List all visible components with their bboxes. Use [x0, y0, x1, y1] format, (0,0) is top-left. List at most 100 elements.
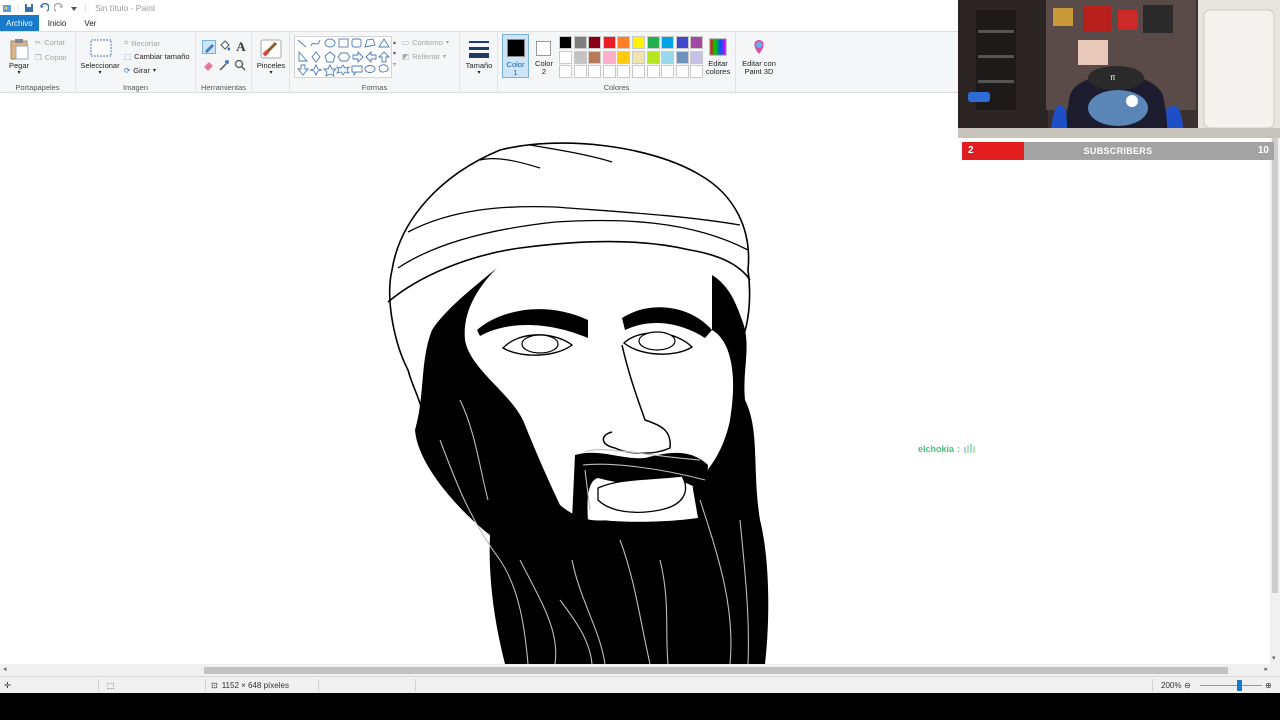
scroll-down-icon[interactable]: ▾ — [1272, 654, 1276, 662]
color-swatch[interactable] — [675, 65, 689, 79]
diamond-shape-icon — [311, 51, 321, 63]
status-divider — [1152, 679, 1153, 691]
zoom-percent: 200% — [1161, 680, 1182, 690]
five-point-star-shape-icon — [322, 63, 338, 77]
horizontal-scrollbar[interactable]: ◂ ▸ — [0, 664, 1280, 676]
triangle-shape-icon — [378, 38, 390, 48]
paint3d-group: Editar con Paint 3D — [736, 32, 782, 94]
line-shape-icon — [297, 39, 307, 48]
shapes-gallery-scroll[interactable]: ▴ ▾ ▿ — [393, 38, 396, 71]
crop-button[interactable]: ⌗ Recortar — [124, 38, 160, 48]
tab-view[interactable]: Ver — [75, 15, 105, 31]
status-divider — [415, 679, 416, 691]
color-swatch[interactable] — [602, 50, 616, 64]
resize-button[interactable]: ⬚ Cambiar tamaño — [124, 52, 190, 61]
vertical-scrollbar[interactable]: ▴ ▾ — [1270, 93, 1280, 664]
color-swatch[interactable] — [632, 50, 645, 64]
hexagon-shape-icon — [337, 52, 351, 62]
vertical-scroll-thumb[interactable] — [1272, 123, 1278, 593]
colors-group-label: Colores — [603, 83, 630, 92]
status-divider — [318, 679, 319, 691]
zoom-in-icon[interactable]: ⊕ — [1265, 677, 1272, 693]
select-button[interactable]: Seleccionar ▾ — [80, 36, 120, 76]
rotate-button[interactable]: ⟳ Girar ▾ — [124, 66, 156, 75]
color-swatch[interactable] — [661, 36, 675, 49]
color-swatch[interactable] — [573, 36, 587, 49]
eraser-tool[interactable] — [202, 59, 216, 73]
zoom-slider-track[interactable] — [1200, 685, 1262, 686]
color-swatch[interactable] — [573, 65, 587, 79]
color-swatch[interactable] — [588, 36, 602, 49]
color-swatch[interactable] — [661, 50, 675, 64]
image-group: Seleccionar ▾ ⌗ Recortar ⬚ Cambiar tamañ… — [76, 32, 196, 94]
image-dimensions: 1152 × 648 píxeles — [221, 680, 289, 690]
edit-colors-button[interactable]: Editar colores — [701, 34, 735, 80]
crop-icon: ⌗ — [124, 38, 129, 47]
image-group-label: Imagen — [122, 83, 149, 92]
polygon-shape-icon — [364, 38, 376, 48]
edit-with-paint3d-button[interactable]: Editar con Paint 3D — [738, 34, 780, 80]
color2-button[interactable]: Color 2 — [532, 34, 556, 78]
cut-button[interactable]: ✂ Cortar — [35, 38, 65, 47]
undo-icon[interactable] — [39, 2, 50, 13]
customize-toolbar-icon[interactable] — [69, 3, 79, 13]
select-rectangle-icon — [90, 39, 112, 57]
redo-icon[interactable] — [54, 2, 64, 13]
chat-message: elchokia : — [918, 443, 977, 455]
color-swatch[interactable] — [632, 65, 645, 79]
size-group: Tamaño ▾ — [460, 32, 498, 94]
subscriber-goal-count: 10 — [1257, 145, 1269, 156]
color-swatch[interactable] — [573, 50, 587, 64]
paint-app-icon — [2, 3, 12, 13]
color-picker-tool[interactable] — [218, 59, 232, 73]
svg-text:π: π — [1110, 73, 1116, 82]
text-tool-icon[interactable]: A — [234, 40, 248, 54]
rotate-label: Girar — [133, 66, 150, 75]
color-swatch[interactable] — [646, 36, 660, 49]
shapes-gallery-icons — [297, 38, 391, 77]
status-divider — [98, 679, 99, 691]
fill-button[interactable]: ◩ Rellenar ▾ — [402, 52, 446, 61]
color-swatch[interactable] — [661, 65, 675, 79]
save-icon[interactable] — [24, 3, 34, 13]
scroll-right-icon[interactable]: ▸ — [1264, 665, 1268, 673]
outline-button[interactable]: ▭ Contorno ▾ — [402, 38, 449, 47]
color-swatch[interactable] — [632, 36, 645, 49]
color-swatch[interactable] — [646, 65, 660, 79]
tools-group: A Herramientas — [196, 32, 252, 94]
color-swatch[interactable] — [617, 50, 631, 64]
eyedropper-icon — [219, 60, 229, 71]
color-swatch[interactable] — [588, 65, 602, 79]
copy-button[interactable]: ❐ Copiar — [35, 53, 67, 62]
shapes-gallery[interactable] — [294, 36, 392, 78]
brushes-button[interactable]: Pinceles ▾ — [256, 36, 286, 78]
left-eyebrow — [477, 309, 588, 338]
fill-tool[interactable] — [218, 40, 232, 54]
tab-home[interactable]: Inicio — [39, 15, 76, 31]
paste-button[interactable]: Pegar ▾ — [6, 36, 32, 76]
color-swatch[interactable] — [602, 65, 616, 79]
pencil-tool[interactable] — [202, 40, 216, 54]
color-swatch[interactable] — [675, 50, 689, 64]
color1-button[interactable]: Color 1 — [502, 34, 529, 78]
color-swatch[interactable] — [559, 36, 572, 49]
zoom-out-icon[interactable]: ⊖ — [1184, 677, 1191, 693]
size-button[interactable]: Tamaño ▾ — [464, 36, 494, 78]
color-swatch[interactable] — [617, 36, 631, 49]
color-swatch[interactable] — [617, 65, 631, 79]
color-swatch[interactable] — [559, 65, 572, 79]
drawing-canvas[interactable]: elchokia : — [0, 93, 1270, 664]
color-swatch[interactable] — [588, 50, 602, 64]
color-swatch[interactable] — [675, 36, 689, 49]
color-swatch[interactable] — [602, 36, 616, 49]
tab-file[interactable]: Archivo — [0, 15, 39, 31]
scroll-left-icon[interactable]: ◂ — [3, 665, 7, 673]
color-swatch[interactable] — [646, 50, 660, 64]
horizontal-scroll-thumb[interactable] — [204, 667, 1228, 674]
zoom-slider-thumb[interactable] — [1237, 680, 1243, 691]
magnifier-tool[interactable] — [234, 59, 248, 73]
title-bar: | | Sin título - Paint — [0, 0, 958, 15]
color-palette — [559, 36, 709, 80]
color-swatch[interactable] — [559, 50, 572, 64]
fill-icon: ◩ — [402, 52, 410, 61]
